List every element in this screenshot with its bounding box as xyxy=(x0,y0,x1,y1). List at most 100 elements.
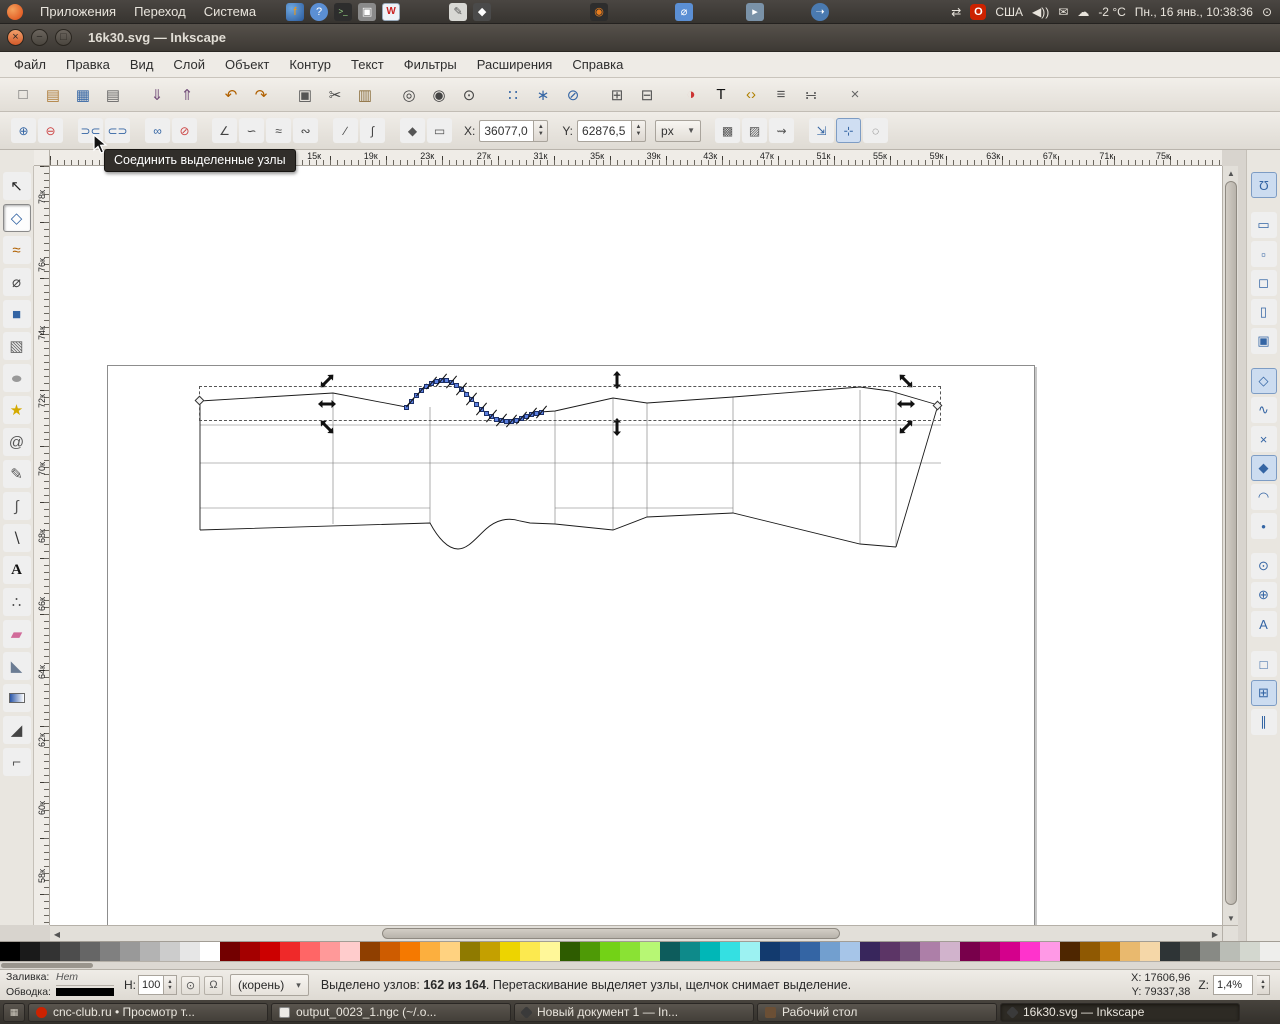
palette-swatch[interactable] xyxy=(1260,942,1280,961)
palette-swatch[interactable] xyxy=(1020,942,1040,961)
node-tool[interactable]: ◇ xyxy=(2,204,31,232)
palette-swatch[interactable] xyxy=(820,942,840,961)
help-launcher[interactable]: ? xyxy=(310,2,329,21)
palette-swatch[interactable] xyxy=(300,942,320,961)
menu-item[interactable]: Справка xyxy=(562,53,633,76)
maximize-button[interactable]: □ xyxy=(55,29,72,46)
canvas[interactable] xyxy=(50,166,1222,925)
scroll-up-icon[interactable]: ▲ xyxy=(1223,166,1239,180)
taskbar-window-button[interactable]: cnc-club.ru • Просмотр т... xyxy=(28,1002,268,1022)
palette-swatch[interactable] xyxy=(0,942,20,961)
break-nodes[interactable]: ⊂⊃ xyxy=(105,118,130,143)
gedit-launcher[interactable]: ✎ xyxy=(449,2,468,21)
menu-item[interactable]: Слой xyxy=(163,53,215,76)
palette-swatch[interactable] xyxy=(240,942,260,961)
palette-swatch[interactable] xyxy=(960,942,980,961)
spray-tool[interactable]: ∴ xyxy=(2,588,31,616)
path-node[interactable] xyxy=(539,410,544,415)
palette-swatch[interactable] xyxy=(1060,942,1080,961)
window-titlebar[interactable]: × − □ 16k30.svg — Inkscape xyxy=(0,24,1280,52)
palette-swatch[interactable] xyxy=(260,942,280,961)
x-spin-arrows[interactable]: ▲ ▼ xyxy=(533,119,549,142)
xml-editor[interactable]: ‹› xyxy=(738,82,764,108)
palette-swatch[interactable] xyxy=(1080,942,1100,961)
snap-page-border[interactable]: □ xyxy=(1250,651,1277,677)
node-symmetric[interactable]: ≈ xyxy=(266,118,291,143)
clock[interactable]: Пн., 16 янв., 10:38:36 xyxy=(1135,5,1253,19)
snap-object-centers[interactable]: ⊙ xyxy=(1250,553,1277,579)
ellipse-tool[interactable]: ● xyxy=(2,364,31,392)
palette-swatch[interactable] xyxy=(880,942,900,961)
palette-swatch[interactable] xyxy=(1200,942,1220,961)
export[interactable]: ⇑ xyxy=(174,82,200,108)
palette-swatch[interactable] xyxy=(60,942,80,961)
power-button[interactable]: ⊙ xyxy=(1262,5,1272,19)
menu-item[interactable]: Объект xyxy=(215,53,279,76)
show-desktop-button[interactable]: ▦ xyxy=(3,1002,25,1022)
opacity-input[interactable]: 100 xyxy=(138,975,164,995)
units-dropdown[interactable]: px ▼ xyxy=(655,119,702,142)
palette-swatch[interactable] xyxy=(740,942,760,961)
snap-bbox-corners[interactable]: ◻ xyxy=(1250,270,1277,296)
segment-to-curve[interactable]: ∫ xyxy=(360,118,385,143)
menu-item[interactable]: Фильтры xyxy=(394,53,467,76)
y-spin-arrows[interactable]: ▲ ▼ xyxy=(631,119,647,142)
taskbar-window-button[interactable]: 16k30.svg — Inkscape xyxy=(1000,1002,1240,1022)
show-path-outline[interactable]: ◌ xyxy=(863,118,889,143)
palette-swatch[interactable] xyxy=(640,942,660,961)
palette-swatch[interactable] xyxy=(940,942,960,961)
zoom-page[interactable]: ⊙ xyxy=(456,82,482,108)
palette-swatch[interactable] xyxy=(440,942,460,961)
preferences[interactable]: × xyxy=(842,82,868,108)
palette-swatch[interactable] xyxy=(920,942,940,961)
layer-selector[interactable]: (корень) ▾ xyxy=(230,974,309,996)
taskbar-window-button[interactable]: Рабочий стол xyxy=(757,1002,997,1022)
menu-item[interactable]: Вид xyxy=(120,53,164,76)
palette-swatch[interactable] xyxy=(580,942,600,961)
import[interactable]: ⇓ xyxy=(144,82,170,108)
screenshot-launcher[interactable]: ▣ xyxy=(358,2,377,21)
snap-bbox-edges[interactable]: ▫ xyxy=(1250,241,1277,267)
edit-clip[interactable]: ▩ xyxy=(715,118,741,143)
palette-swatch[interactable] xyxy=(80,942,100,961)
join-with-segment[interactable]: ∞ xyxy=(145,118,170,143)
node-corner[interactable]: ∠ xyxy=(212,118,237,143)
keyboard-layout-indicator[interactable]: США xyxy=(995,5,1023,19)
palette-swatch[interactable] xyxy=(20,942,40,961)
snap-path-intersections[interactable]: × xyxy=(1250,426,1277,452)
show-transform-handles[interactable]: ⇲ xyxy=(809,118,835,143)
palette-swatch[interactable] xyxy=(800,942,820,961)
dropper-tool[interactable]: ◢ xyxy=(2,716,31,744)
zoom-tool[interactable]: ⌀ xyxy=(2,268,31,296)
pen-tool[interactable]: ∫ xyxy=(2,492,31,520)
palette-swatch[interactable] xyxy=(620,942,640,961)
palette-swatch[interactable] xyxy=(480,942,500,961)
gradient-tool[interactable] xyxy=(2,684,31,712)
palette-swatch[interactable] xyxy=(660,942,680,961)
new-document[interactable]: □ xyxy=(10,82,36,108)
duplicate[interactable]: ∷ xyxy=(500,82,526,108)
palette-swatch[interactable] xyxy=(340,942,360,961)
delete-node[interactable]: ⊖ xyxy=(38,118,63,143)
palette-swatch[interactable] xyxy=(40,942,60,961)
palette-swatch[interactable] xyxy=(1040,942,1060,961)
palette-swatch[interactable] xyxy=(1180,942,1200,961)
palette-swatch[interactable] xyxy=(360,942,380,961)
palette-swatch[interactable] xyxy=(520,942,540,961)
palette-swatch[interactable] xyxy=(680,942,700,961)
snap-grid[interactable]: ⊞ xyxy=(1250,680,1277,706)
pencil-tool[interactable]: ✎ xyxy=(2,460,31,488)
zoom-drawing[interactable]: ◉ xyxy=(426,82,452,108)
palette-swatch[interactable] xyxy=(200,942,220,961)
layer-visibility-icon[interactable]: ⊙ xyxy=(181,975,200,995)
star-tool[interactable]: ★ xyxy=(2,396,31,424)
palette-swatch[interactable] xyxy=(400,942,420,961)
text-dialog[interactable]: T xyxy=(708,82,734,108)
menu-item[interactable]: Текст xyxy=(341,53,394,76)
palette-swatch[interactable] xyxy=(560,942,580,961)
terminal-launcher[interactable]: >_ xyxy=(334,2,353,21)
palette-swatch[interactable] xyxy=(760,942,780,961)
rectangle-tool[interactable]: ■ xyxy=(2,300,31,328)
palette-swatch[interactable] xyxy=(1100,942,1120,961)
palette-swatch[interactable] xyxy=(540,942,560,961)
